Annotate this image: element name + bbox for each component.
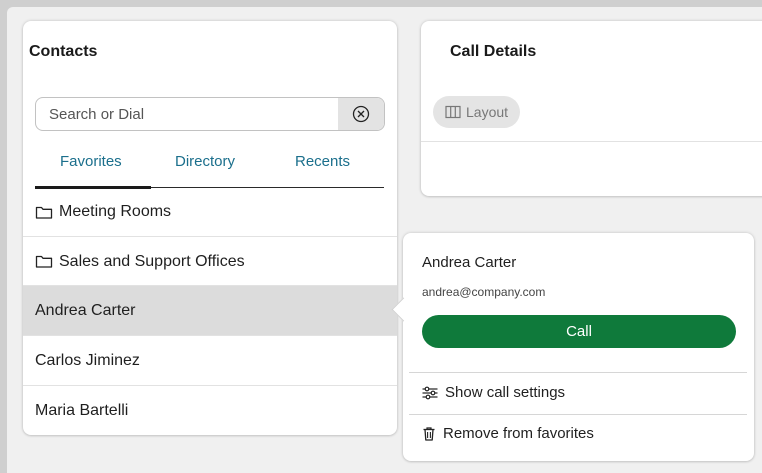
divider xyxy=(409,372,747,373)
show-call-settings-item[interactable]: Show call settings xyxy=(421,384,565,401)
list-item-meeting-rooms[interactable]: Meeting Rooms xyxy=(23,187,397,237)
layout-icon xyxy=(445,105,461,119)
call-button[interactable]: Call xyxy=(422,315,736,348)
remove-from-favorites-label: Remove from favorites xyxy=(443,425,594,442)
sliders-icon xyxy=(421,385,439,401)
contacts-list: Meeting Rooms Sales and Support Offices … xyxy=(23,21,397,435)
contact-carlos-jiminez[interactable]: Carlos Jiminez xyxy=(23,335,397,385)
list-item-label: Carlos Jiminez xyxy=(35,351,140,369)
call-details-title: Call Details xyxy=(450,43,537,60)
call-details-panel: Call Details Layout xyxy=(421,21,762,196)
contact-andrea-carter[interactable]: Andrea Carter xyxy=(23,285,397,335)
contact-maria-bartelli[interactable]: Maria Bartelli xyxy=(23,385,397,435)
popover-contact-email: andrea@company.com xyxy=(422,285,546,299)
list-item-label: Sales and Support Offices xyxy=(59,252,245,270)
folder-icon xyxy=(35,205,53,220)
list-item-sales-support-offices[interactable]: Sales and Support Offices xyxy=(23,236,397,286)
show-call-settings-label: Show call settings xyxy=(445,384,566,401)
folder-icon xyxy=(35,254,53,269)
layout-label: Layout xyxy=(466,104,509,120)
remove-from-favorites-item[interactable]: Remove from favorites xyxy=(421,425,594,442)
layout-button[interactable]: Layout xyxy=(433,96,521,128)
divider xyxy=(409,414,747,415)
list-item-label: Meeting Rooms xyxy=(59,203,172,220)
divider xyxy=(421,141,762,142)
list-item-label: Maria Bartelli xyxy=(35,401,129,419)
trash-icon xyxy=(421,426,437,442)
contact-popover: Andrea Carter andrea@company.com Call Sh… xyxy=(403,233,754,461)
list-item-label: Andrea Carter xyxy=(35,301,136,319)
popover-contact-name: Andrea Carter xyxy=(422,254,517,271)
